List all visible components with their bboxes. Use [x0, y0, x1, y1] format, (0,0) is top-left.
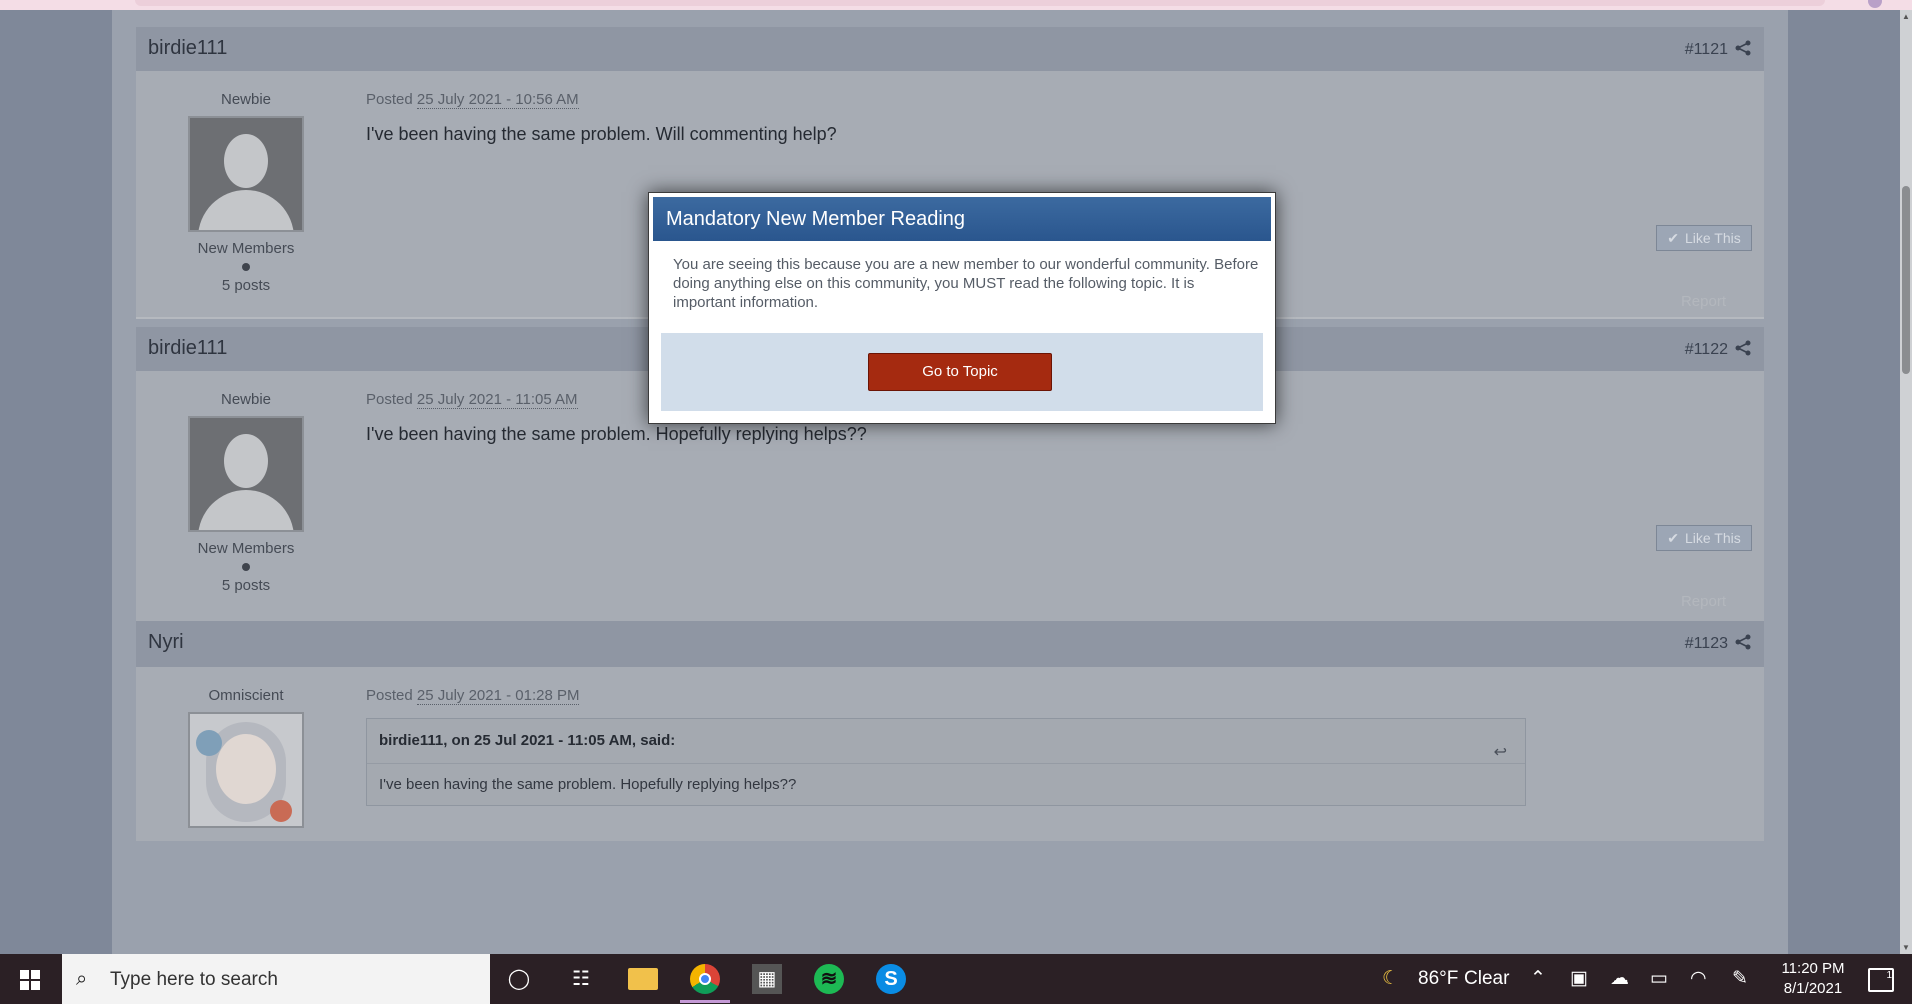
- post-date: Posted 25 July 2021 - 10:56 AM: [366, 91, 579, 109]
- cortana-icon[interactable]: ◯: [504, 964, 534, 994]
- microsoft-store-icon[interactable]: ▦: [752, 964, 782, 994]
- scrollbar-thumb[interactable]: [1902, 186, 1910, 374]
- weather-condition[interactable]: Clear: [1464, 954, 1509, 1004]
- clock-time: 11:20 PM: [1781, 960, 1845, 977]
- browser-top-strip: [0, 0, 1912, 10]
- avatar[interactable]: [188, 416, 304, 532]
- chrome-icon[interactable]: [690, 964, 720, 994]
- pen-workspace-icon[interactable]: ✎: [1732, 954, 1748, 1004]
- user-post-count: 5 posts: [221, 577, 271, 594]
- go-to-topic-button[interactable]: Go to Topic: [868, 353, 1052, 391]
- user-post-count: 5 posts: [221, 277, 271, 294]
- onedrive-icon[interactable]: ☁: [1610, 954, 1629, 1004]
- check-icon: ✔: [1667, 230, 1679, 246]
- notification-icon[interactable]: 1: [1868, 968, 1894, 992]
- post-message: I've been having the same problem. Will …: [366, 124, 837, 144]
- check-icon: ✔: [1667, 530, 1679, 546]
- forum-content: birdie111 #1121 Newbie New Members 5 pos…: [112, 10, 1788, 954]
- post-date-link[interactable]: 25 July 2021 - 10:56 AM: [416, 91, 579, 109]
- post-number-link[interactable]: #1123: [1685, 635, 1728, 653]
- share-icon[interactable]: [1734, 39, 1752, 57]
- search-placeholder: Type here to search: [110, 969, 278, 990]
- user-rank: Newbie: [220, 91, 272, 108]
- spotify-icon[interactable]: ≋: [814, 964, 844, 994]
- user-group: New Members: [197, 240, 295, 257]
- quote-header: birdie111, on 25 Jul 2021 - 11:05 AM, sa…: [367, 719, 1525, 764]
- user-info: Omniscient: [136, 667, 356, 828]
- post-date-link[interactable]: 25 July 2021 - 11:05 AM: [416, 391, 578, 409]
- skype-icon[interactable]: S: [876, 964, 906, 994]
- search-icon: ⌕: [76, 968, 88, 990]
- task-view-icon[interactable]: ☷: [566, 964, 596, 994]
- user-info: Newbie New Members 5 posts: [136, 71, 356, 294]
- battery-icon[interactable]: ▭: [1650, 954, 1668, 1004]
- post-author-link[interactable]: birdie111: [148, 337, 227, 360]
- post-header: birdie111 #1121: [136, 27, 1764, 71]
- post-1123: Nyri #1123 Omniscient Posted 25 July 202…: [136, 621, 1764, 841]
- post-message: I've been having the same problem. Hopef…: [366, 424, 867, 444]
- user-info: Newbie New Members 5 posts: [136, 371, 356, 594]
- report-link[interactable]: Report: [1681, 293, 1726, 310]
- rank-pip-icon: [242, 563, 250, 571]
- modal-message: You are seeing this because you are a ne…: [673, 256, 1259, 311]
- clock-date: 8/1/2021: [1783, 980, 1843, 997]
- post-header: Nyri #1123: [136, 621, 1764, 667]
- report-link[interactable]: Report: [1681, 593, 1726, 610]
- post-author-link[interactable]: Nyri: [148, 631, 184, 654]
- taskbar-clock[interactable]: 11:20 PM 8/1/2021: [1776, 959, 1850, 999]
- quote-text: I've been having the same problem. Hopef…: [379, 776, 797, 793]
- scroll-up-icon[interactable]: ▲: [1902, 12, 1910, 21]
- chevron-up-icon[interactable]: ⌃: [1530, 954, 1546, 1004]
- weather-moon-icon[interactable]: ☾: [1382, 954, 1399, 1004]
- page-backdrop: birdie111 #1121 Newbie New Members 5 pos…: [0, 10, 1900, 954]
- avatar[interactable]: [188, 116, 304, 232]
- post-number-link[interactable]: #1122: [1685, 341, 1728, 359]
- rank-pip-icon: [242, 263, 250, 271]
- modal-title: Mandatory New Member Reading: [653, 197, 1271, 241]
- new-member-modal: Mandatory New Member Reading You are see…: [648, 192, 1276, 424]
- post-list: birdie111 #1121 Newbie New Members 5 pos…: [136, 27, 1764, 841]
- modal-footer: Go to Topic: [661, 333, 1263, 411]
- share-icon[interactable]: [1734, 339, 1752, 357]
- post-date-link[interactable]: 25 July 2021 - 01:28 PM: [416, 687, 580, 705]
- post-content: Posted 25 July 2021 - 10:56 AM I've been…: [366, 71, 1752, 310]
- page-scrollbar[interactable]: ▲ ▼: [1900, 10, 1912, 954]
- avatar[interactable]: [188, 712, 304, 828]
- post-date: Posted 25 July 2021 - 01:28 PM: [366, 687, 580, 705]
- view-quoted-post-icon[interactable]: ↩: [1494, 731, 1507, 775]
- user-rank: Omniscient: [208, 687, 284, 704]
- quote-block: birdie111, on 25 Jul 2021 - 11:05 AM, sa…: [366, 718, 1526, 806]
- share-icon[interactable]: [1734, 633, 1752, 651]
- profile-avatar-icon[interactable]: [1868, 0, 1882, 8]
- active-app-indicator: [680, 1000, 730, 1003]
- weather-temp[interactable]: 86°F: [1418, 954, 1458, 1004]
- file-explorer-icon[interactable]: [628, 968, 658, 990]
- like-button[interactable]: ✔ Like This: [1656, 525, 1752, 551]
- user-rank: Newbie: [220, 391, 272, 408]
- post-content: Posted 25 July 2021 - 01:28 PM birdie111…: [366, 667, 1752, 806]
- windows-start-icon[interactable]: [0, 954, 62, 1004]
- user-group: New Members: [197, 540, 295, 557]
- scroll-down-icon[interactable]: ▼: [1902, 943, 1910, 952]
- wifi-icon[interactable]: ◠: [1690, 954, 1707, 1004]
- browser-tab-bar: [135, 0, 1825, 6]
- windows-taskbar: ⌕ Type here to search ◯ ☷ ▦ ≋ S ☾ 86°F C…: [0, 954, 1912, 1004]
- taskbar-search-box[interactable]: ⌕ Type here to search: [62, 954, 490, 1004]
- post-number-link[interactable]: #1121: [1685, 41, 1728, 59]
- like-button[interactable]: ✔ Like This: [1656, 225, 1752, 251]
- meet-now-icon[interactable]: ▣: [1570, 954, 1588, 1004]
- post-author-link[interactable]: birdie111: [148, 37, 227, 60]
